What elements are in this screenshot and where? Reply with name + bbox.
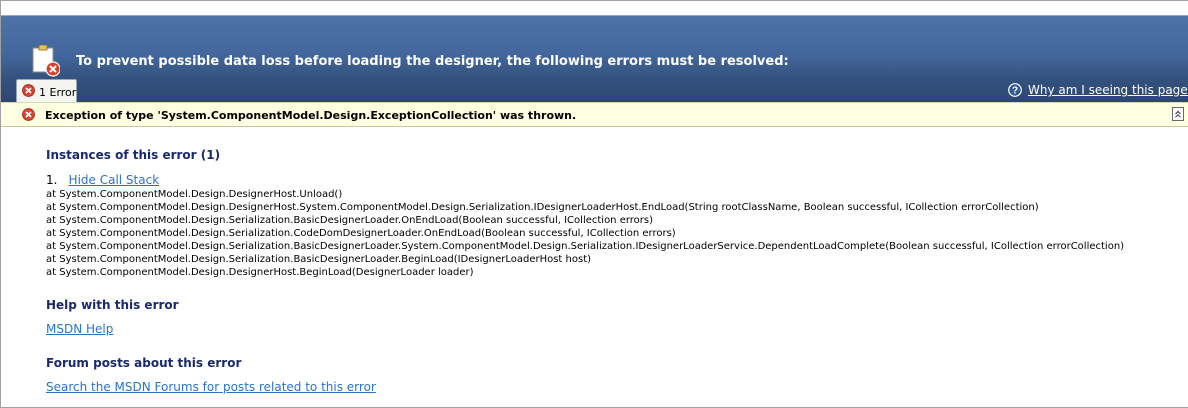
stack-line: at System.ComponentModel.Design.Designer… <box>46 202 1039 213</box>
msdn-help-link[interactable]: MSDN Help <box>46 322 113 336</box>
stack-line: at System.ComponentModel.Design.Designer… <box>46 267 474 278</box>
stack-line: at System.ComponentModel.Design.Serializ… <box>46 228 676 239</box>
error-icon <box>22 84 35 97</box>
instance-number: 1. <box>46 173 58 187</box>
instance-item: 1. Hide Call Stack <box>46 169 1124 188</box>
msdn-forums-link[interactable]: Search the MSDN Forums for posts related… <box>46 380 376 394</box>
tab-errors[interactable]: 1 Error <box>16 79 77 102</box>
why-seeing-page-link[interactable]: Why am I seeing this page? <box>1028 83 1188 97</box>
stack-line: at System.ComponentModel.Design.Designer… <box>46 189 343 200</box>
forum-heading: Forum posts about this error <box>46 356 242 370</box>
error-message-bar: Exception of type 'System.ComponentModel… <box>1 102 1188 127</box>
banner-title: To prevent possible data loss before loa… <box>76 54 789 69</box>
svg-text:?: ? <box>1012 86 1018 97</box>
stack-line: at System.ComponentModel.Design.Serializ… <box>46 254 592 265</box>
tab-label: 1 Error <box>39 86 77 99</box>
collapse-icon[interactable] <box>1172 107 1184 121</box>
hide-call-stack-link[interactable]: Hide Call Stack <box>69 173 160 187</box>
stack-line: at System.ComponentModel.Design.Serializ… <box>46 215 654 226</box>
instances-heading: Instances of this error (1) <box>46 148 221 162</box>
top-strip <box>1 1 1188 16</box>
document-error-icon <box>32 45 60 77</box>
call-stack: at System.ComponentModel.Design.Designer… <box>46 188 1124 279</box>
help-icon[interactable]: ? <box>1008 83 1022 97</box>
error-icon <box>22 108 35 121</box>
error-details: Instances of this error (1) 1. Hide Call… <box>46 148 1124 395</box>
error-message: Exception of type 'System.ComponentModel… <box>45 109 577 122</box>
stack-line: at System.ComponentModel.Design.Serializ… <box>46 241 1125 252</box>
help-heading: Help with this error <box>46 298 179 312</box>
